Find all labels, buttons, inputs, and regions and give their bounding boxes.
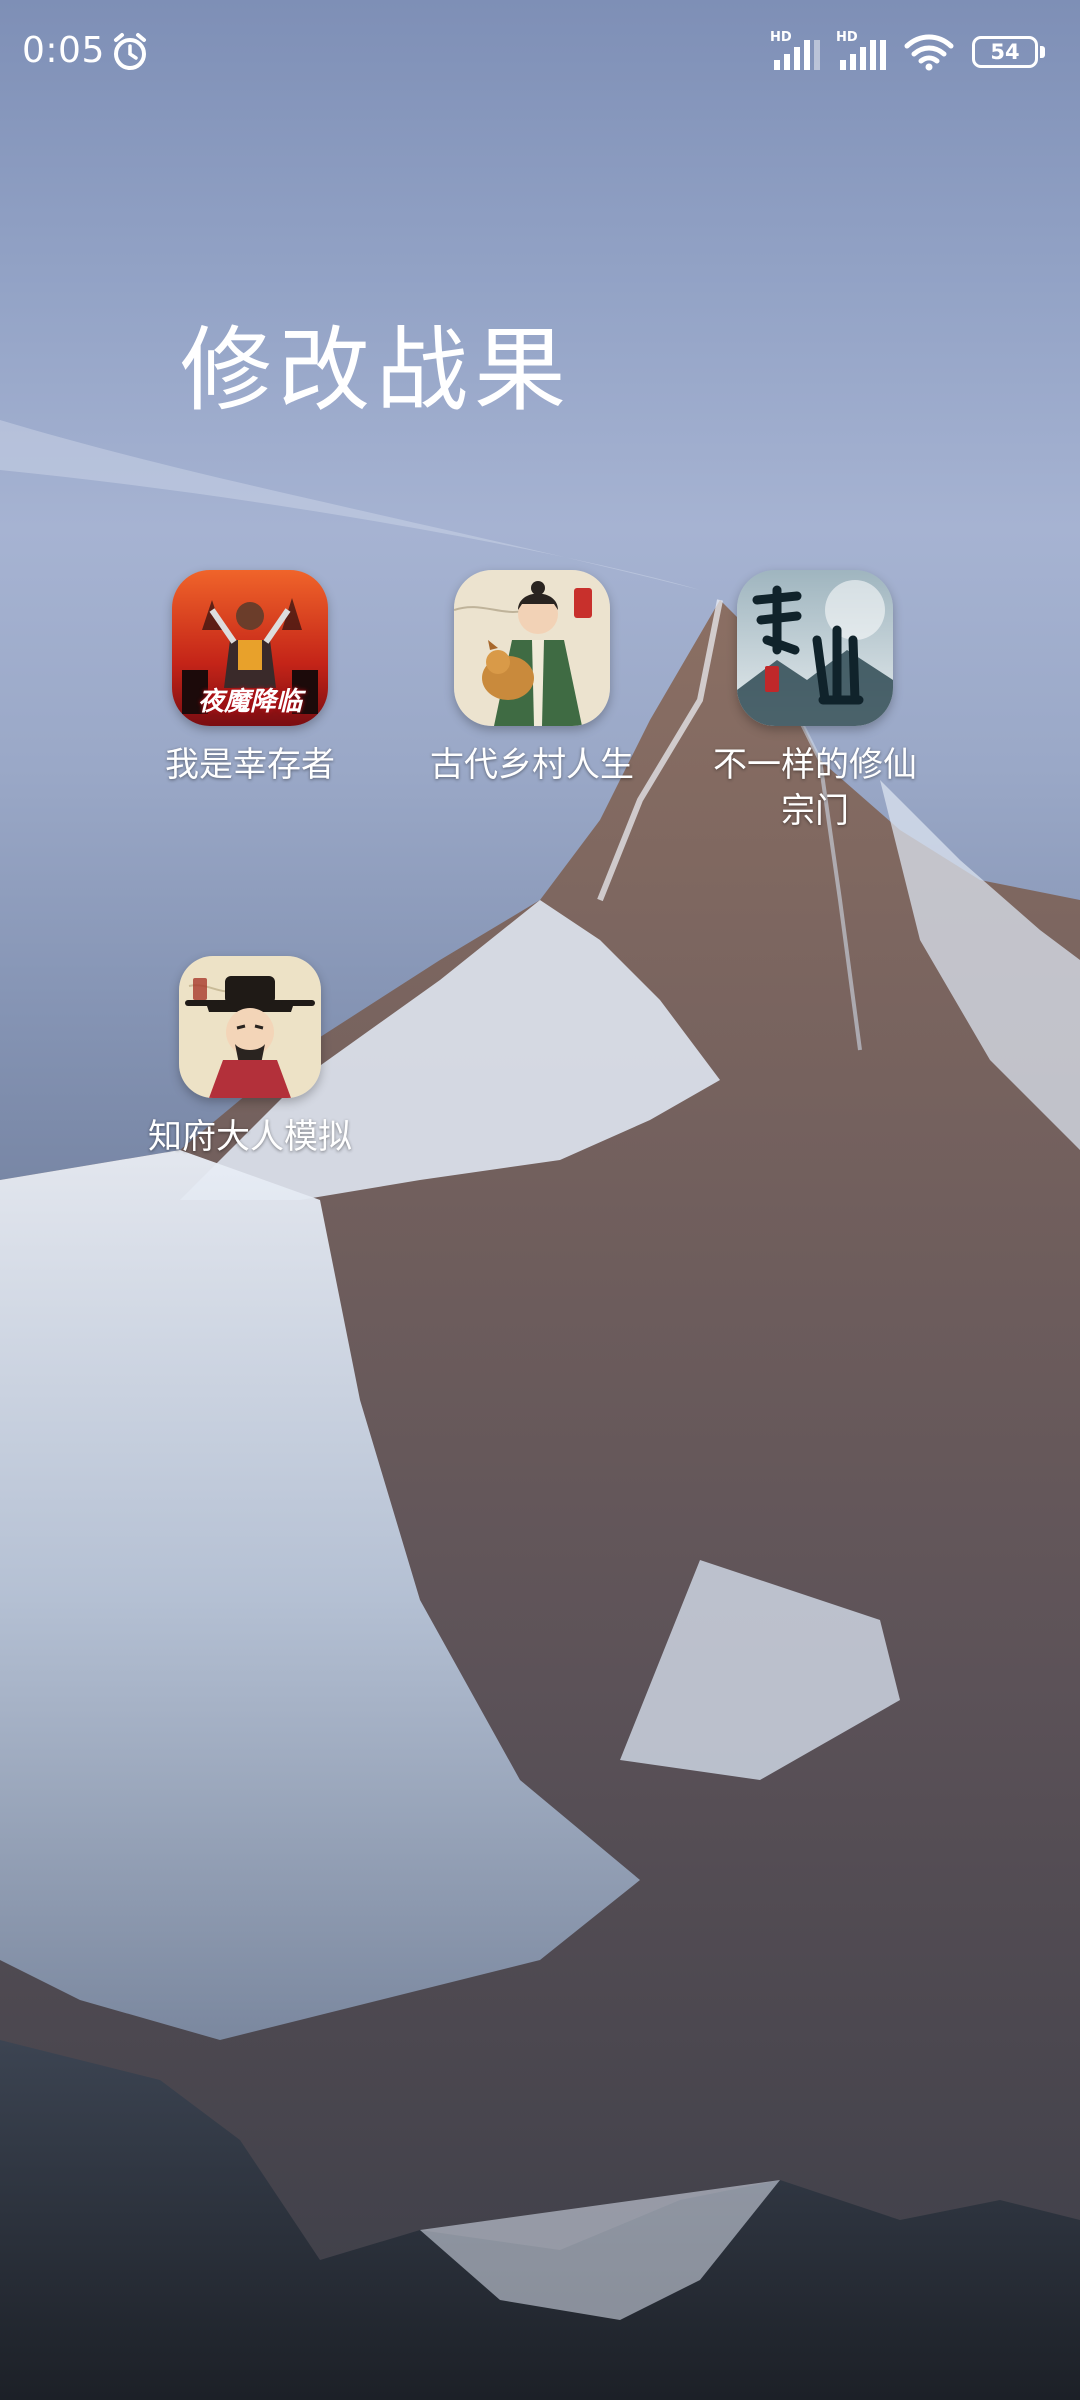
status-bar: 0:05 HD HD 54	[0, 0, 1080, 104]
app-magistrate[interactable]: 知府大人模拟	[105, 956, 395, 1160]
app-ancient-village[interactable]: 古代乡村人生	[387, 570, 677, 788]
home-screen: 0:05 HD HD 54 修改战果 夜魔降临 我是幸存者 古代乡村人生 不一样…	[0, 0, 1080, 2400]
app-xiuxian[interactable]: 不一样的修仙 宗门	[670, 570, 960, 834]
magistrate-game-icon[interactable]	[179, 956, 321, 1098]
survivor-icon-text: 夜魔降临	[197, 687, 302, 717]
app-label[interactable]: 我是幸存者	[105, 742, 395, 788]
signal-hd-label: HD	[770, 30, 792, 45]
app-label[interactable]: 古代乡村人生	[387, 742, 677, 788]
ancient-village-game-icon[interactable]	[454, 570, 610, 726]
folder-title[interactable]: 修改战果	[180, 296, 572, 429]
signal-icon: HD	[770, 30, 824, 72]
status-time: 0:05	[22, 30, 105, 71]
wifi-icon	[904, 34, 954, 71]
battery-cap	[1040, 46, 1045, 58]
app-label[interactable]: 知府大人模拟	[105, 1114, 395, 1160]
battery-icon: 54	[972, 36, 1038, 68]
signal-icon: HD	[836, 30, 890, 72]
app-survivor[interactable]: 夜魔降临 我是幸存者	[105, 570, 395, 788]
battery-level: 54	[990, 40, 1020, 64]
signal-hd-label: HD	[836, 30, 858, 45]
alarm-icon	[114, 33, 146, 70]
survivor-game-icon[interactable]: 夜魔降临	[172, 570, 328, 726]
app-label[interactable]: 不一样的修仙 宗门	[670, 742, 960, 834]
xiuxian-game-icon[interactable]	[737, 570, 893, 726]
